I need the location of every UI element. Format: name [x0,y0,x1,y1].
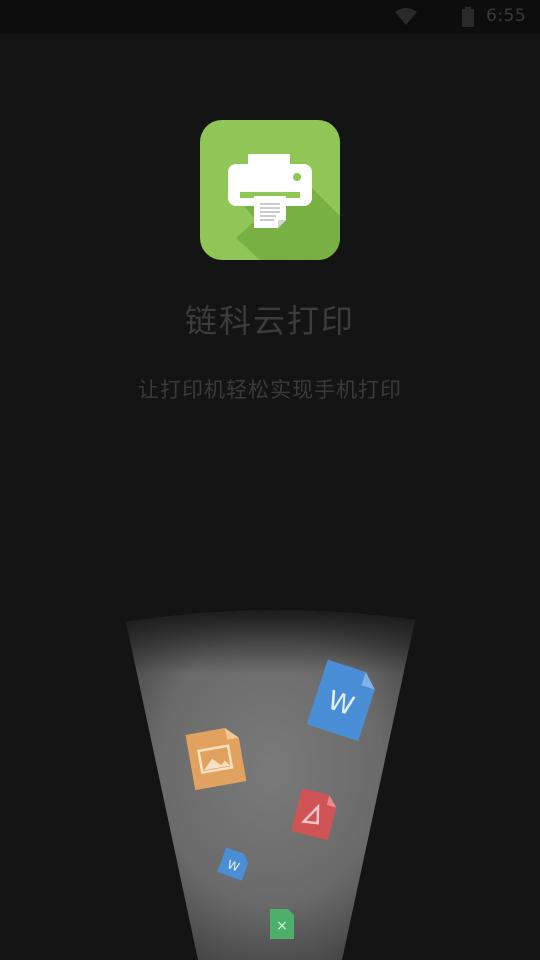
printer-icon [228,154,340,260]
status-time: 6:55 [486,6,527,26]
app-tagline: 让打印机轻松实现手机打印 [138,378,402,402]
excel-file-icon: × [270,909,294,939]
svg-text:×: × [276,918,288,934]
battery-icon [462,7,474,27]
splash-screen: 6:55 链科云打印 让打印机轻松实现手机打印 W W × [0,0,540,960]
app-title: 链科云打印 [184,302,355,340]
printing-illustration: W W × [126,610,415,960]
status-bar: 6:55 [0,0,540,34]
wifi-icon [395,8,417,25]
app-logo [200,120,340,260]
